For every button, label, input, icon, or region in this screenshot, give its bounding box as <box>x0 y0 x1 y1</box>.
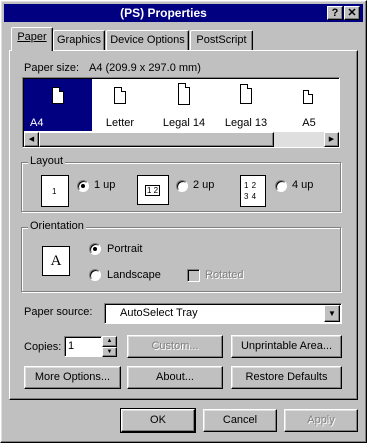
layout-4up-label: 4 up <box>292 179 314 191</box>
copies-label: Copies: <box>24 341 62 353</box>
layout-2up-label: 2 up <box>193 179 215 191</box>
paper-item-legal-14[interactable]: Legal 14 <box>150 79 218 131</box>
layout-1up-label: 1 up <box>94 179 116 191</box>
restore-defaults-button[interactable]: Restore Defaults <box>231 366 342 389</box>
orientation-preview-glyph: A <box>50 253 62 269</box>
layout-1up-icon: 1 <box>41 175 69 207</box>
tab-graphics[interactable]: Graphics <box>53 30 105 50</box>
paper-item-legal-13[interactable]: Legal 13 <box>212 79 280 131</box>
title-bar: (PS) Properties ? ✕ <box>4 4 363 22</box>
layout-2up-radio[interactable] <box>176 180 188 192</box>
paper-legal-14-icon <box>178 83 190 105</box>
chevron-down-icon[interactable]: ▼ <box>324 305 340 322</box>
layout-4up-icon-text: 1 2 3 4 <box>244 181 257 201</box>
orientation-group-title: Orientation <box>28 220 86 233</box>
cancel-button[interactable]: Cancel <box>203 409 277 432</box>
paper-item-label: A5 <box>302 117 316 129</box>
paper-letter-icon <box>114 87 126 104</box>
paper-item-label: Legal 13 <box>224 117 268 129</box>
landscape-label: Landscape <box>107 269 161 281</box>
scroll-thumb[interactable] <box>39 132 274 147</box>
tab-device-options[interactable]: Device Options <box>106 30 189 50</box>
orientation-preview-icon: A <box>42 246 70 276</box>
apply-button[interactable]: Apply <box>284 409 358 432</box>
paper-item-label: A4 <box>30 117 44 129</box>
paper-list-scrollbar[interactable]: ◀ ▶ <box>24 132 339 147</box>
paper-item-a5[interactable]: A5 <box>279 79 339 131</box>
paper-size-list[interactable]: A4 Letter Legal 14 Legal 13 A5 ◀ ▶ <box>22 77 340 148</box>
copies-input[interactable]: 1 <box>64 336 102 357</box>
paper-item-label: Legal 14 <box>162 117 206 129</box>
paper-legal-13-icon <box>240 84 252 104</box>
tab-device-options-label: Device Options <box>110 34 185 46</box>
copies-up-button[interactable]: ▲ <box>102 336 117 347</box>
layout-1up-radio[interactable] <box>77 180 89 192</box>
layout-4up-radio[interactable] <box>275 180 287 192</box>
paper-size-label: Paper size: <box>24 62 80 74</box>
paper-source-label: Paper source: <box>24 306 93 318</box>
layout-4up-icon: 1 2 3 4 <box>240 175 266 207</box>
portrait-radio[interactable] <box>89 243 101 255</box>
tab-postscript[interactable]: PostScript <box>190 30 253 50</box>
tab-graphics-label: Graphics <box>56 34 102 46</box>
tab-paper-label: Paper <box>17 31 47 43</box>
paper-a5-icon <box>303 90 313 104</box>
help-button[interactable]: ? <box>327 6 343 20</box>
paper-item-a4[interactable]: A4 <box>24 79 92 131</box>
scroll-right-button[interactable]: ▶ <box>324 132 339 147</box>
about-button[interactable]: About... <box>127 366 223 389</box>
landscape-radio[interactable] <box>89 269 101 281</box>
paper-item-letter[interactable]: Letter <box>86 79 154 131</box>
more-options-button[interactable]: More Options... <box>24 366 121 389</box>
custom-button[interactable]: Custom... <box>127 335 223 358</box>
copies-down-button[interactable]: ▼ <box>102 347 117 357</box>
close-button[interactable]: ✕ <box>344 6 360 20</box>
rotated-checkbox[interactable] <box>187 269 200 282</box>
tab-paper[interactable]: Paper <box>11 27 53 51</box>
paper-a4-icon <box>52 87 64 104</box>
rotated-label: Rotated <box>205 269 244 281</box>
layout-1up-icon-text: 1 <box>52 187 57 196</box>
paper-size-value: A4 (209.9 x 297.0 mm) <box>89 62 201 74</box>
paper-source-dropdown[interactable]: AutoSelect Tray ▼ <box>104 303 342 324</box>
tab-postscript-label: PostScript <box>196 34 247 46</box>
paper-item-label: Letter <box>105 117 135 129</box>
unprintable-area-button[interactable]: Unprintable Area... <box>231 335 342 358</box>
portrait-label: Portrait <box>107 243 143 255</box>
scroll-left-button[interactable]: ◀ <box>24 132 39 147</box>
window-title: (PS) Properties <box>120 6 207 20</box>
layout-group-title: Layout <box>28 155 66 168</box>
ok-button[interactable]: OK <box>120 408 196 433</box>
paper-source-value: AutoSelect Tray <box>120 307 198 319</box>
layout-2up-icon-text: 1 2 <box>145 185 161 196</box>
layout-2up-icon: 1 2 <box>137 175 169 205</box>
copies-value: 1 <box>68 340 75 352</box>
